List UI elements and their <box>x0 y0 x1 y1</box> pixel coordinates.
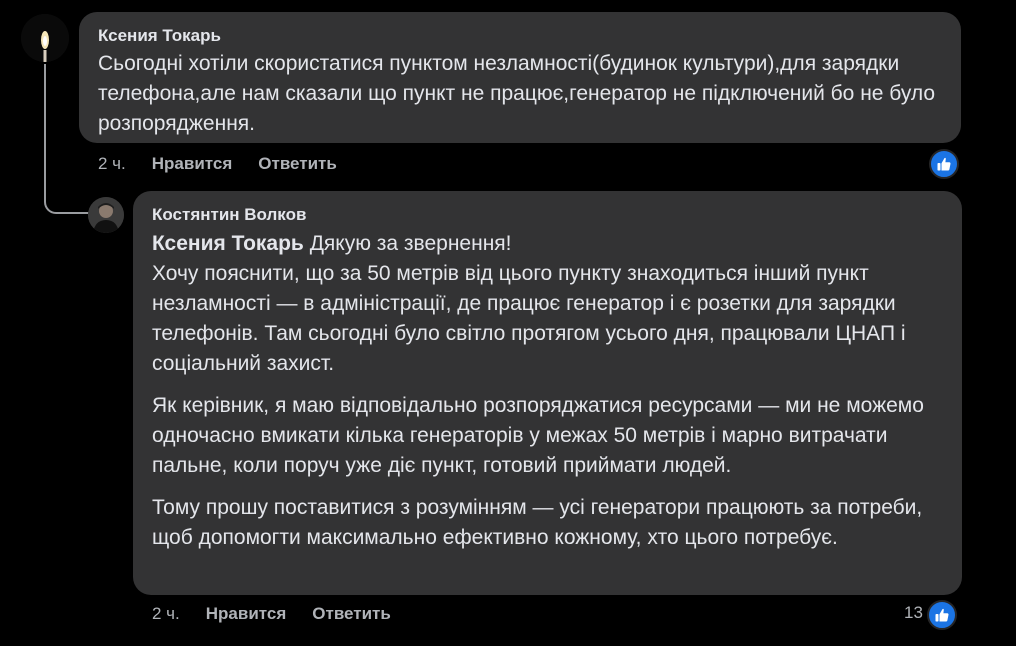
reply-text: Ксения Токарь Дякую за звернення! Хочу по… <box>152 229 944 553</box>
person-photo-avatar[interactable] <box>88 197 124 233</box>
reply-button[interactable]: Ответить <box>258 154 337 174</box>
thumbs-up-icon[interactable] <box>927 600 957 630</box>
reply-bubble: Костянтин Волков Ксения Токарь Дякую за … <box>133 191 962 595</box>
reply-intro-text: Дякую за звернення! <box>309 232 512 255</box>
reply-paragraph-text: Хочу пояснити, що за 50 метрів від цього… <box>152 262 906 375</box>
like-button[interactable]: Нравится <box>152 154 233 174</box>
comment-timestamp[interactable]: 2 ч. <box>152 604 180 624</box>
thumbs-up-icon[interactable] <box>929 149 959 179</box>
comment-author[interactable]: Костянтин Волков <box>152 204 944 226</box>
comment-author[interactable]: Ксения Токарь <box>98 25 943 47</box>
like-button[interactable]: Нравится <box>206 604 287 624</box>
reply-paragraph: Ксения Токарь Дякую за звернення! Хочу по… <box>152 229 944 379</box>
reply-actions: 2 ч. Нравится Ответить <box>152 604 417 624</box>
reply-paragraph: Тому прошу поставитися з розумінням — ус… <box>152 496 923 549</box>
comment-bubble: Ксения Токарь Сьогодні хотіли скористати… <box>79 12 961 143</box>
comment-timestamp[interactable]: 2 ч. <box>98 154 126 174</box>
mention-link[interactable]: Ксения Токарь <box>152 232 304 255</box>
reply-paragraph: Як керівник, я маю відповідально розпоря… <box>152 394 924 477</box>
reply-button[interactable]: Ответить <box>312 604 391 624</box>
reaction-count[interactable]: 13 <box>904 603 923 623</box>
profile-photo-icon <box>88 197 124 233</box>
candle-avatar[interactable] <box>21 14 69 62</box>
candle-icon <box>21 14 69 62</box>
comment-actions: 2 ч. Нравится Ответить <box>98 154 363 174</box>
comment-text: Сьогодні хотіли скористатися пунктом нез… <box>98 52 936 135</box>
